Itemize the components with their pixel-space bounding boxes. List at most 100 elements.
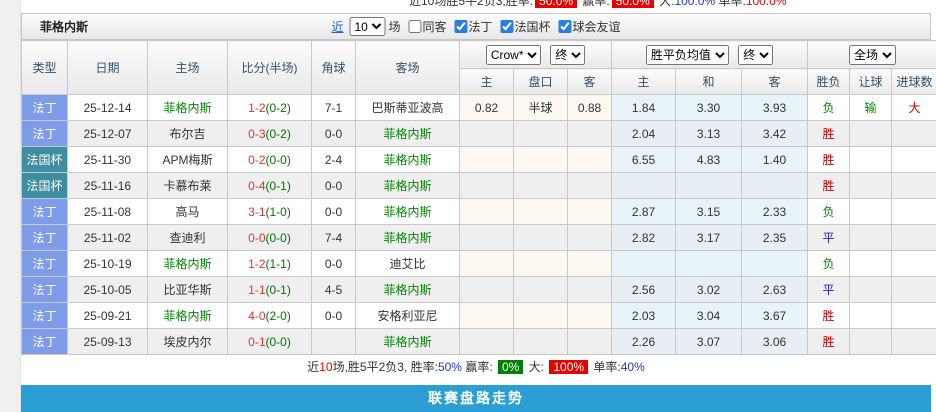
- cell-goals: [891, 328, 936, 355]
- cell-date: 25-11-02: [67, 224, 148, 251]
- cell-euro-away: 2.35: [741, 224, 809, 251]
- cell-corner: 4-5: [311, 276, 356, 303]
- cell-date: 25-10-19: [67, 250, 148, 277]
- subheader-handicap: 盘口: [513, 68, 568, 95]
- cell-euro-away: [741, 250, 809, 277]
- cell-away: 菲格内斯: [355, 328, 460, 355]
- cell-home: 菲格内斯: [147, 302, 228, 329]
- clipped-stats-line: 近10场胜5平2负3,胜率: 50.0% 赢率: 50.0% 大:100.0% 单率…: [409, 0, 787, 11]
- cell-home: 菲格内斯: [147, 94, 228, 121]
- cell-euro-home: 2.56: [611, 276, 677, 303]
- matches-suffix-label: 场: [388, 20, 401, 34]
- bookmaker-select[interactable]: Crow*: [485, 44, 541, 65]
- cell-handicap: [513, 120, 568, 147]
- cell-euro-draw: 3.13: [675, 120, 743, 147]
- cell-corner: 0-0: [311, 198, 356, 225]
- cell-asia-away: [566, 172, 613, 199]
- cell-away: 巴斯蒂亚波高: [355, 94, 460, 121]
- checkbox-same-venue[interactable]: 同客: [404, 18, 447, 35]
- friendly-checkbox[interactable]: [558, 20, 572, 33]
- scope-select[interactable]: 全场: [849, 44, 897, 65]
- cell-corner: 0-0: [311, 172, 356, 199]
- cell-score: 0-2(0-0): [227, 146, 312, 173]
- page: 近10场胜5平2负3,胜率: 50.0% 赢率: 50.0% 大:100.0% 单率…: [0, 0, 936, 412]
- cell-euro-draw: 3.15: [675, 198, 743, 225]
- cell-goals: [891, 276, 936, 303]
- cell-handicap-result: [849, 172, 893, 199]
- score-halftime: (0-2): [265, 126, 291, 141]
- score-fulltime: 0-0: [248, 230, 266, 245]
- cell-away: 菲格内斯: [355, 224, 460, 251]
- subheader-euro-draw: 和: [675, 68, 743, 95]
- cell-euro-away: 2.33: [741, 198, 809, 225]
- cell-corner: 0-0: [311, 302, 356, 329]
- cell-goals: [891, 198, 936, 225]
- recent-count-select[interactable]: 10: [349, 17, 386, 36]
- cell-handicap: [513, 302, 568, 329]
- cell-euro-draw: 3.07: [675, 328, 743, 355]
- cell-euro-draw: 3.17: [675, 224, 743, 251]
- cell-score: 3-1(1-0): [227, 198, 312, 225]
- cell-home: 高马: [147, 198, 228, 225]
- cell-date: 25-11-08: [67, 198, 148, 225]
- checkbox-cup[interactable]: 法国杯: [497, 18, 551, 35]
- cell-corner: 7-4: [311, 224, 356, 251]
- cell-asia-away: [566, 120, 613, 147]
- league-trend-bar[interactable]: 联赛盘路走势: [21, 385, 931, 412]
- col-header-home: 主场: [147, 40, 228, 95]
- cup-checkbox[interactable]: [500, 20, 514, 33]
- panel-title-bar: 菲格内斯 近 10 场 同客 法丁 法国杯 球会友谊: [21, 13, 931, 40]
- ligue-checkbox[interactable]: [454, 20, 468, 33]
- cell-type: 法丁: [21, 250, 68, 277]
- cell-type: 法丁: [21, 328, 68, 355]
- score-fulltime: 0-1: [248, 334, 266, 349]
- cell-date: 25-09-21: [67, 302, 148, 329]
- cell-handicap: [513, 250, 568, 277]
- checkbox-friendly[interactable]: 球会友谊: [555, 18, 621, 35]
- subheader-goals: 进球数: [891, 68, 936, 95]
- checkbox-label: 同客: [422, 20, 447, 34]
- score-fulltime: 0-3: [248, 126, 266, 141]
- cell-euro-draw: 3.04: [675, 302, 743, 329]
- cell-handicap-result: [849, 250, 893, 277]
- match-row: 法丁 25-12-07 布尔吉 0-3(0-2) 0-0 菲格内斯 2.04 3…: [21, 120, 936, 147]
- match-row: 法丁 25-11-02 查迪利 0-0(0-0) 7-4 菲格内斯 2.82 3…: [21, 224, 936, 251]
- cell-outcome: 胜: [807, 120, 851, 147]
- odds-stage-select[interactable]: 终: [738, 44, 774, 65]
- cell-type: 法丁: [21, 224, 68, 251]
- odds-type-select[interactable]: 胜平负均值: [645, 44, 729, 65]
- cell-asia-away: [566, 146, 613, 173]
- cell-outcome: 负: [807, 198, 851, 225]
- cell-home: 菲格内斯: [147, 250, 228, 277]
- same-venue-checkbox[interactable]: [408, 20, 422, 33]
- cell-asia-home: [459, 250, 514, 277]
- score-fulltime: 1-1: [248, 282, 266, 297]
- cell-asia-away: [566, 250, 613, 277]
- match-row: 法丁 25-09-13 埃皮内尔 0-1(0-0) 菲格内斯 2.26 3.07…: [21, 328, 936, 355]
- recent-label[interactable]: 近: [331, 18, 343, 35]
- score-fulltime: 4-0: [248, 308, 266, 323]
- cell-handicap: [513, 276, 568, 303]
- bookmaker-stage-select[interactable]: 终: [550, 44, 586, 65]
- cell-score: 1-1(0-1): [227, 276, 312, 303]
- cell-euro-home: 2.26: [611, 328, 677, 355]
- cell-euro-draw: [675, 250, 743, 277]
- cell-asia-home: [459, 328, 514, 355]
- subheader-handicap-result: 让球: [849, 68, 893, 95]
- match-row: 法丁 25-10-05 比亚华斯 1-1(0-1) 4-5 菲格内斯 2.56 …: [21, 276, 936, 303]
- cell-handicap-result: 输: [849, 94, 893, 121]
- cell-goals: [891, 120, 936, 147]
- checkbox-ligue[interactable]: 法丁: [451, 18, 493, 35]
- cell-asia-away: [566, 328, 613, 355]
- cell-euro-home: 6.55: [611, 146, 677, 173]
- cell-asia-home: [459, 172, 514, 199]
- team-history-panel: 近10场胜5平2负3,胜率: 50.0% 赢率: 50.0% 大:100.0% 单率…: [21, 0, 936, 412]
- cell-score: 0-0(0-0): [227, 224, 312, 251]
- cell-corner: 0-0: [311, 120, 356, 147]
- cell-score: 4-0(2-0): [227, 302, 312, 329]
- cell-asia-home: [459, 198, 514, 225]
- score-halftime: (0-1): [265, 282, 291, 297]
- clipped-stats-strip: 近10场胜5平2负3,胜率: 50.0% 赢率: 50.0% 大:100.0% 单率…: [21, 0, 931, 13]
- subheader-euro-away: 客: [741, 68, 809, 95]
- cell-handicap-result: [849, 146, 893, 173]
